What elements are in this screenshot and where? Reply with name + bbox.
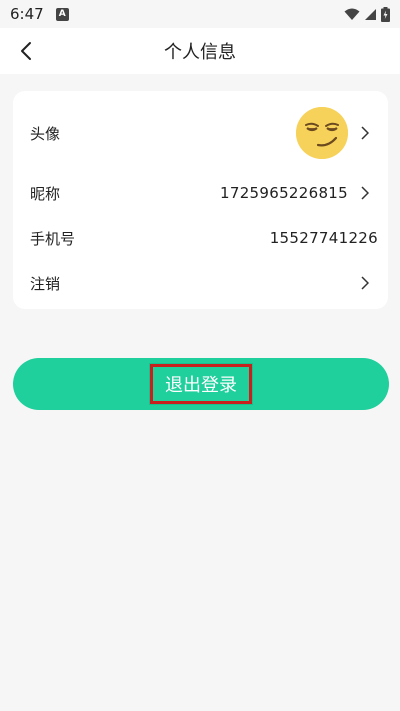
profile-card: 头像 昵称 1725965226815 手机号 15527741226 注销 [13, 91, 388, 309]
status-icons [344, 6, 390, 22]
deregister-chevron-right-icon [358, 275, 372, 291]
battery-charging-icon [381, 6, 390, 22]
nickname-value: 1725965226815 [220, 184, 348, 202]
phone-value: 15527741226 [269, 229, 378, 247]
signal-icon [365, 8, 376, 20]
back-arrow-icon [21, 42, 31, 60]
notification-badge: A [55, 7, 69, 21]
avatar[interactable] [296, 107, 348, 159]
deregister-label: 注销 [30, 274, 61, 293]
avatar-row[interactable]: 头像 [13, 105, 388, 161]
avatar-chevron-right-icon [358, 125, 372, 141]
nickname-row[interactable]: 昵称 1725965226815 [13, 173, 388, 213]
page-title: 个人信息 [164, 42, 236, 63]
avatar-label: 头像 [30, 124, 61, 143]
status-time: 6:47 [10, 5, 44, 23]
smirk-emoji-icon [296, 107, 348, 159]
logout-button[interactable]: 退出登录 [13, 358, 389, 410]
logout-label: 退出登录 [150, 364, 252, 404]
nickname-chevron-right-icon [358, 185, 372, 201]
nickname-label: 昵称 [30, 184, 61, 203]
app-bar: 个人信息 [0, 28, 400, 74]
back-button[interactable] [10, 34, 42, 68]
status-bar: 6:47 A [0, 0, 400, 28]
phone-label: 手机号 [30, 229, 76, 248]
deregister-row[interactable]: 注销 [13, 263, 388, 303]
wifi-icon [344, 8, 360, 20]
phone-row: 手机号 15527741226 [13, 218, 388, 258]
